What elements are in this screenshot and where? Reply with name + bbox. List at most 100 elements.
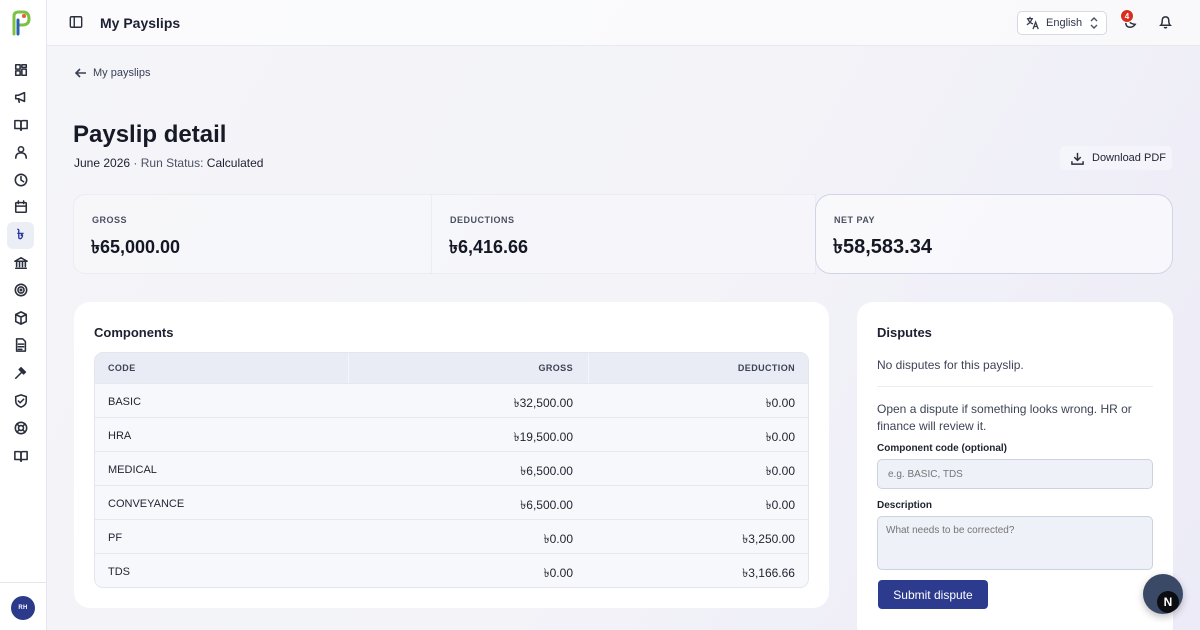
- notifications-button[interactable]: [1158, 14, 1176, 32]
- page-title: Payslip detail: [73, 121, 227, 148]
- submit-dispute-button[interactable]: Submit dispute: [878, 580, 988, 609]
- avatar[interactable]: RH: [11, 596, 35, 620]
- column-divider: [348, 353, 349, 383]
- deductions-value: ৳6,416.66: [449, 237, 529, 257]
- cell-deduction: ৳0.00: [765, 396, 795, 410]
- description-label: Description: [877, 500, 933, 511]
- sidebar-item-attendance[interactable]: [7, 166, 34, 193]
- sidebar-item-profile[interactable]: [7, 139, 34, 166]
- column-header-gross[interactable]: GROSS: [538, 363, 573, 373]
- cell-gross: ৳6,500.00: [520, 498, 573, 512]
- component-code-label: Component code (optional): [877, 443, 1007, 454]
- sidebar-item-dashboard[interactable]: [7, 56, 34, 83]
- gavel-icon: [14, 366, 26, 380]
- lifebuoy-icon: [14, 421, 27, 435]
- disputes-title: Disputes: [877, 325, 932, 340]
- arrow-left-icon: [75, 68, 86, 78]
- cell-deduction: ৳3,166.66: [742, 566, 795, 580]
- back-to-payslips-link[interactable]: My payslips: [75, 67, 150, 79]
- megaphone-icon: [14, 91, 25, 104]
- deductions-label: DEDUCTIONS: [450, 215, 515, 225]
- book-open-icon: [13, 119, 28, 131]
- cell-code: MEDICAL: [108, 464, 157, 476]
- user-icon: [14, 146, 27, 160]
- cell-deduction: ৳0.00: [765, 498, 795, 512]
- column-divider: [588, 353, 589, 383]
- book-icon: [13, 450, 28, 462]
- cell-code: PF: [108, 532, 123, 544]
- cell-code: BASIC: [108, 396, 142, 408]
- sidebar-item-payroll[interactable]: ৳: [7, 221, 34, 249]
- box-icon: [14, 310, 27, 325]
- gross-stat-card: GROSS ৳65,000.00: [73, 194, 431, 274]
- bell-icon: [1159, 16, 1172, 29]
- components-title: Components: [94, 325, 174, 340]
- components-card: Components CODE GROSS DEDUCTION BASIC ৳3…: [74, 302, 829, 608]
- table-row: CONVEYANCE ৳6,500.00 ৳0.00: [95, 485, 808, 519]
- back-link-label: My payslips: [93, 67, 151, 79]
- page-header-title: My Payslips: [100, 15, 181, 31]
- cell-gross: ৳19,500.00: [513, 430, 573, 444]
- payslip-summary: GROSS ৳65,000.00 DEDUCTIONS ৳6,416.66 NE…: [73, 194, 1173, 274]
- taka-icon: ৳: [17, 226, 24, 243]
- gross-value: ৳65,000.00: [91, 237, 181, 257]
- target-icon: [14, 283, 27, 297]
- sidebar-item-leave[interactable]: [7, 194, 34, 221]
- sidebar-item-disciplinary[interactable]: [7, 360, 34, 387]
- cell-gross: ৳32,500.00: [513, 396, 573, 410]
- sidebar-item-policies[interactable]: [7, 442, 34, 469]
- disputes-card: Disputes No disputes for this payslip. O…: [857, 302, 1173, 630]
- notification-count-badge: 4: [1120, 9, 1134, 23]
- sidebar-nav: ৳: [0, 56, 47, 470]
- dashboard-icon: [14, 63, 27, 76]
- chevron-up-down-icon: [1090, 17, 1098, 29]
- payslip-subtitle: June 2026 · Run Status: Calculated: [74, 156, 263, 170]
- net-pay-label: NET PAY: [834, 215, 876, 225]
- translate-icon: [1026, 16, 1040, 30]
- sidebar: ৳ RH: [0, 0, 47, 630]
- sidebar-item-assets[interactable]: [7, 304, 34, 331]
- sidebar-item-bank[interactable]: [7, 249, 34, 276]
- sidebar-item-compliance[interactable]: [7, 387, 34, 414]
- sidebar-item-goals[interactable]: [7, 277, 34, 304]
- download-icon: [1071, 152, 1084, 165]
- bank-icon: [13, 256, 28, 269]
- panel-left-icon: [69, 16, 83, 28]
- cell-deduction: ৳0.00: [765, 430, 795, 444]
- sidebar-item-announcements[interactable]: [7, 84, 34, 111]
- download-pdf-button[interactable]: Download PDF: [1060, 146, 1172, 170]
- sidebar-toggle-button[interactable]: [69, 15, 85, 31]
- document-icon: [15, 338, 26, 353]
- table-row: TDS ৳0.00 ৳3,166.66: [95, 553, 808, 587]
- table-row: PF ৳0.00 ৳3,250.00: [95, 519, 808, 553]
- components-table: CODE GROSS DEDUCTION BASIC ৳32,500.00 ৳0…: [94, 352, 809, 588]
- no-disputes-message: No disputes for this payslip.: [877, 358, 1024, 372]
- dispute-help-text: Open a dispute if something looks wrong.…: [877, 402, 1132, 433]
- table-header: CODE GROSS DEDUCTION: [95, 353, 808, 383]
- language-select[interactable]: English: [1017, 11, 1107, 35]
- description-textarea[interactable]: [877, 516, 1153, 570]
- net-pay-stat-card: NET PAY ৳58,583.34: [815, 194, 1173, 274]
- assistant-fab-button[interactable]: N: [1143, 574, 1183, 614]
- cell-gross: ৳0.00: [543, 532, 573, 546]
- deductions-stat-card: DEDUCTIONS ৳6,416.66: [431, 194, 816, 274]
- sidebar-item-documents[interactable]: [7, 332, 34, 359]
- component-code-input[interactable]: [877, 459, 1153, 489]
- cell-deduction: ৳0.00: [765, 464, 795, 478]
- column-header-code[interactable]: CODE: [108, 363, 136, 373]
- cell-code: CONVEYANCE: [108, 498, 185, 510]
- shield-check-icon: [14, 393, 27, 408]
- topbar: My Payslips English: [47, 0, 1200, 46]
- sidebar-item-handbook[interactable]: [7, 111, 34, 138]
- sidebar-item-support[interactable]: [7, 415, 34, 442]
- subtitle-separator: ·: [130, 156, 141, 170]
- language-select-value: English: [1046, 17, 1083, 29]
- column-header-deduction[interactable]: DEDUCTION: [738, 363, 795, 373]
- divider: [877, 386, 1153, 387]
- sidebar-footer: RH: [0, 582, 47, 630]
- clock-icon: [14, 173, 27, 187]
- app-logo[interactable]: [9, 10, 33, 36]
- table-row: BASIC ৳32,500.00 ৳0.00: [95, 383, 808, 417]
- assistant-icon: N: [1157, 591, 1179, 613]
- run-status-label: Run Status:: [140, 156, 207, 170]
